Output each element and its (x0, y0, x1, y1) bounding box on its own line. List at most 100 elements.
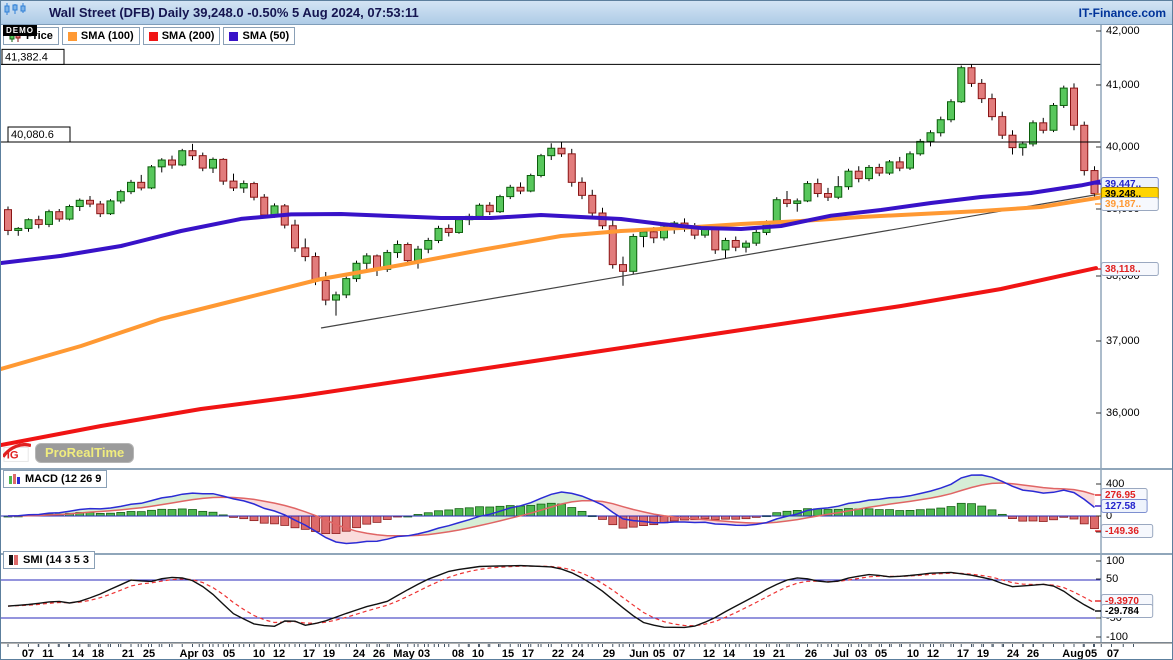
date-label: 26 (1027, 648, 1039, 660)
date-label: 21 (773, 648, 785, 660)
smi-legend-chip[interactable]: SMI (14 3 5 3 (3, 551, 95, 569)
candle-body (1009, 135, 1016, 147)
date-label: 15 (502, 648, 514, 660)
macd-histogram-bar (199, 511, 207, 516)
candle-body (835, 187, 842, 198)
candle-body (1071, 88, 1078, 125)
macd-histogram-bar (158, 509, 166, 516)
candle-body (210, 159, 217, 168)
macd-legend-chip[interactable]: MACD (12 26 9 (3, 470, 107, 488)
macd-histogram-bar (1039, 516, 1047, 522)
smi-legend-label: SMI (14 3 5 3 (23, 554, 89, 566)
date-label: 07 (673, 648, 685, 660)
date-label: May (393, 648, 415, 660)
macd-histogram-bar (968, 504, 976, 516)
candle-body (804, 184, 811, 201)
date-label: 08 (452, 648, 464, 660)
axis-label: 37,000 (1106, 335, 1140, 347)
candle-body (302, 248, 309, 257)
axis-value-text: 38,118.. (1105, 264, 1141, 275)
candle-body (87, 200, 94, 204)
macd-histogram-bar (896, 511, 904, 516)
candle-body (179, 151, 186, 165)
macd-histogram-bar (558, 504, 566, 516)
date-label: 12 (927, 648, 939, 660)
macd-histogram-bar (906, 510, 914, 516)
legend-sma100-chip[interactable]: SMA (100) (62, 27, 140, 45)
legend-sma50-chip[interactable]: SMA (50) (223, 27, 295, 45)
macd-histogram-bar (383, 516, 391, 519)
candle-body (896, 162, 903, 168)
candle-body (169, 160, 176, 165)
candle-body (527, 176, 534, 192)
candle-body (394, 245, 401, 253)
macd-legend-label: MACD (12 26 9 (25, 473, 101, 485)
candle-body (56, 212, 63, 219)
date-label: 03 (418, 648, 430, 660)
macd-histogram-bar (1029, 516, 1037, 521)
date-label: 07 (1107, 648, 1119, 660)
date-label: 17 (303, 648, 315, 660)
macd-histogram-bar (547, 503, 555, 516)
candle-body (640, 232, 647, 237)
candle-body (15, 228, 22, 230)
level-label: 40,080.6 (11, 129, 54, 141)
trading-chart-window: 41,382.440,080.642,00041,00040,00039,000… (0, 0, 1173, 660)
chart-header: Wall Street (DFB) Daily 39,248.0 -0.50% … (1, 1, 1172, 25)
candle-body (876, 167, 883, 173)
chart-canvas[interactable]: 41,382.440,080.642,00041,00040,00039,000… (1, 1, 1173, 660)
macd-histogram-bar (127, 511, 135, 516)
legend-sma100-label: SMA (100) (81, 30, 134, 42)
macd-histogram-bar (363, 516, 371, 524)
candle-body (404, 245, 411, 261)
macd-histogram-bar (711, 516, 719, 520)
axis-label: -100 (1106, 631, 1128, 643)
candle-body (476, 205, 483, 216)
date-label: 24 (1007, 648, 1020, 660)
candle-body (507, 187, 514, 196)
candle-body (794, 201, 801, 203)
candle-body (1030, 123, 1037, 144)
macd-histogram-bar (271, 516, 279, 524)
axis-value-text: -29.784 (1105, 606, 1139, 617)
candle-body (128, 182, 135, 191)
candle-body (1050, 105, 1057, 130)
macd-histogram-bar (250, 516, 258, 521)
candle-body (117, 192, 124, 201)
macd-histogram-bar (609, 516, 617, 525)
candle-body (97, 204, 104, 214)
candle-body (425, 240, 432, 249)
candle-body (138, 182, 145, 188)
sma200-color-icon (149, 32, 158, 41)
macd-histogram-bar (947, 507, 955, 516)
candle-body (784, 200, 791, 204)
candle-body (866, 167, 873, 178)
candle-body (1081, 125, 1088, 170)
date-label: 17 (957, 648, 969, 660)
candle-body (773, 200, 780, 223)
candle-body (732, 240, 739, 247)
date-label: 24 (572, 648, 585, 660)
brand-link[interactable]: IT-Finance.com (1079, 6, 1166, 20)
date-axis[interactable] (1, 643, 1173, 660)
candle-body (568, 154, 575, 183)
date-label: 26 (805, 648, 817, 660)
candle-body (363, 256, 370, 263)
date-label: 14 (72, 648, 85, 660)
candle-body (814, 184, 821, 194)
macd-histogram-bar (599, 516, 607, 519)
macd-histogram-bar (209, 512, 217, 516)
candle-body (199, 156, 206, 168)
macd-histogram-bar (978, 506, 986, 516)
candle-body (456, 220, 463, 233)
candle-body (548, 148, 555, 155)
sma100-color-icon (68, 32, 77, 41)
prorealtime-watermark: ProRealTime (35, 443, 134, 463)
ig-logo: IG (3, 443, 31, 463)
macd-histogram-bar (1050, 516, 1058, 520)
date-label: 19 (323, 648, 335, 660)
axis-value-text: 127.58 (1105, 501, 1136, 512)
macd-histogram-bar (445, 510, 453, 516)
macd-histogram-bar (568, 508, 576, 516)
legend-sma200-chip[interactable]: SMA (200) (143, 27, 221, 45)
